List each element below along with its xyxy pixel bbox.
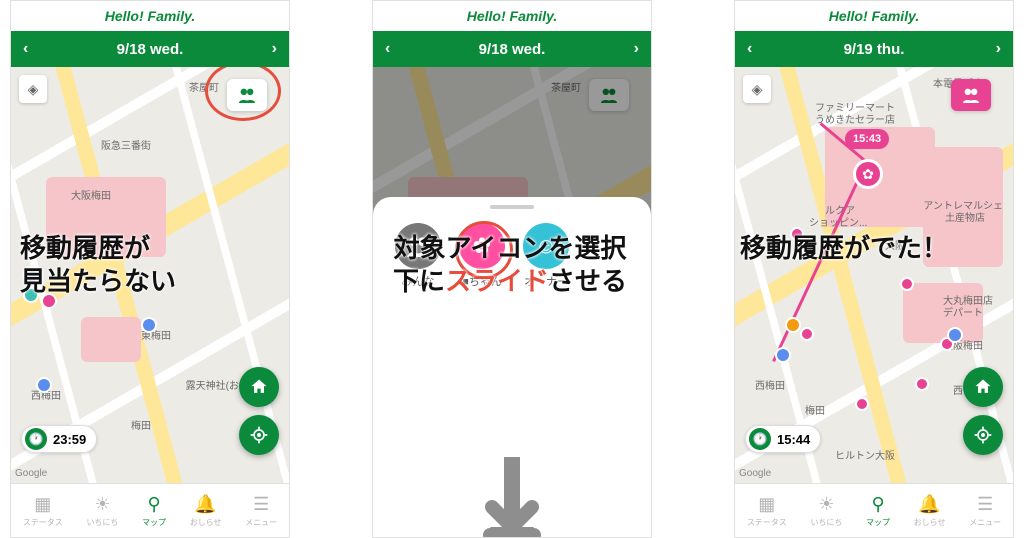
poi-marker [785,317,801,333]
tab-map[interactable]: ⚲マップ [866,494,890,528]
time-badge: 15:43 [845,129,889,149]
time-chip[interactable]: 🕐 23:59 [21,425,97,453]
prev-day-button[interactable]: ‹ [747,40,752,58]
app-logo: Hello! Family. [11,1,289,31]
track-point [900,277,914,291]
next-day-button[interactable]: › [634,40,639,58]
date-label: 9/19 thu. [844,41,905,58]
locate-fab[interactable] [239,415,279,455]
tab-day[interactable]: ☀いちにち [810,494,842,528]
down-arrow-icon [482,457,542,537]
clock-icon: 🕐 [25,428,47,450]
app-logo: Hello! Family. [373,1,651,31]
date-label: 9/18 wed. [117,41,184,58]
member-chip-button[interactable] [951,79,991,111]
map-view[interactable]: ◈ ファミリーマート うめきたセラー店 ルクア ショッピン... アントレマルシ… [735,67,1013,483]
locate-fab[interactable] [963,415,1003,455]
app-logo: Hello! Family. [735,1,1013,31]
caption-3: 移動履歴がでた！ [740,232,948,265]
map-view: 茶屋町 みんな ✿ ■ちゃん ☺ オーナー [373,67,651,537]
layers-icon[interactable]: ◈ [743,75,771,103]
google-attribution: Google [15,468,47,479]
track-point [855,397,869,411]
tab-status[interactable]: ▦ステータス [747,494,787,528]
prev-day-button[interactable]: ‹ [385,40,390,58]
phone-screen-3: Hello! Family. ‹ 9/19 thu. › ◈ ファミリーマート … [734,0,1014,538]
google-attribution: Google [739,468,771,479]
sheet-handle[interactable] [490,205,534,209]
home-fab[interactable] [963,367,1003,407]
home-fab[interactable] [239,367,279,407]
bottom-tab-bar: ▦ステータス ☀いちにち ⚲マップ 🔔おしらせ ☰メニュー [11,483,289,537]
tab-map[interactable]: ⚲マップ [142,494,166,528]
date-label: 9/18 wed. [479,41,546,58]
date-bar: ‹ 9/19 thu. › [735,31,1013,67]
caption-1: 移動履歴が見当たらない [20,232,176,297]
prev-day-button[interactable]: ‹ [23,40,28,58]
tab-status[interactable]: ▦ステータス [23,494,63,528]
next-day-button[interactable]: › [996,40,1001,58]
poi-marker [36,377,52,393]
tab-notice[interactable]: 🔔おしらせ [914,494,946,528]
bottom-tab-bar: ▦ステータス ☀いちにち ⚲マップ 🔔おしらせ ☰メニュー [735,483,1013,537]
next-day-button[interactable]: › [272,40,277,58]
layers-icon[interactable]: ◈ [19,75,47,103]
tab-day[interactable]: ☀いちにち [86,494,118,528]
tab-notice[interactable]: 🔔おしらせ [190,494,222,528]
user-location-pin[interactable]: ✿ [853,159,883,189]
date-bar: ‹ 9/18 wed. › [11,31,289,67]
track-point [915,377,929,391]
date-bar: ‹ 9/18 wed. › [373,31,651,67]
time-chip[interactable]: 🕐 15:44 [745,425,821,453]
poi-marker [141,317,157,333]
clock-icon: 🕐 [749,428,771,450]
tab-menu[interactable]: ☰メニュー [245,494,277,528]
tab-menu[interactable]: ☰メニュー [969,494,1001,528]
track-point [800,327,814,341]
poi-marker [947,327,963,343]
poi-marker [775,347,791,363]
caption-2: 対象アイコンを選択 下にスライドさせる [360,232,660,297]
